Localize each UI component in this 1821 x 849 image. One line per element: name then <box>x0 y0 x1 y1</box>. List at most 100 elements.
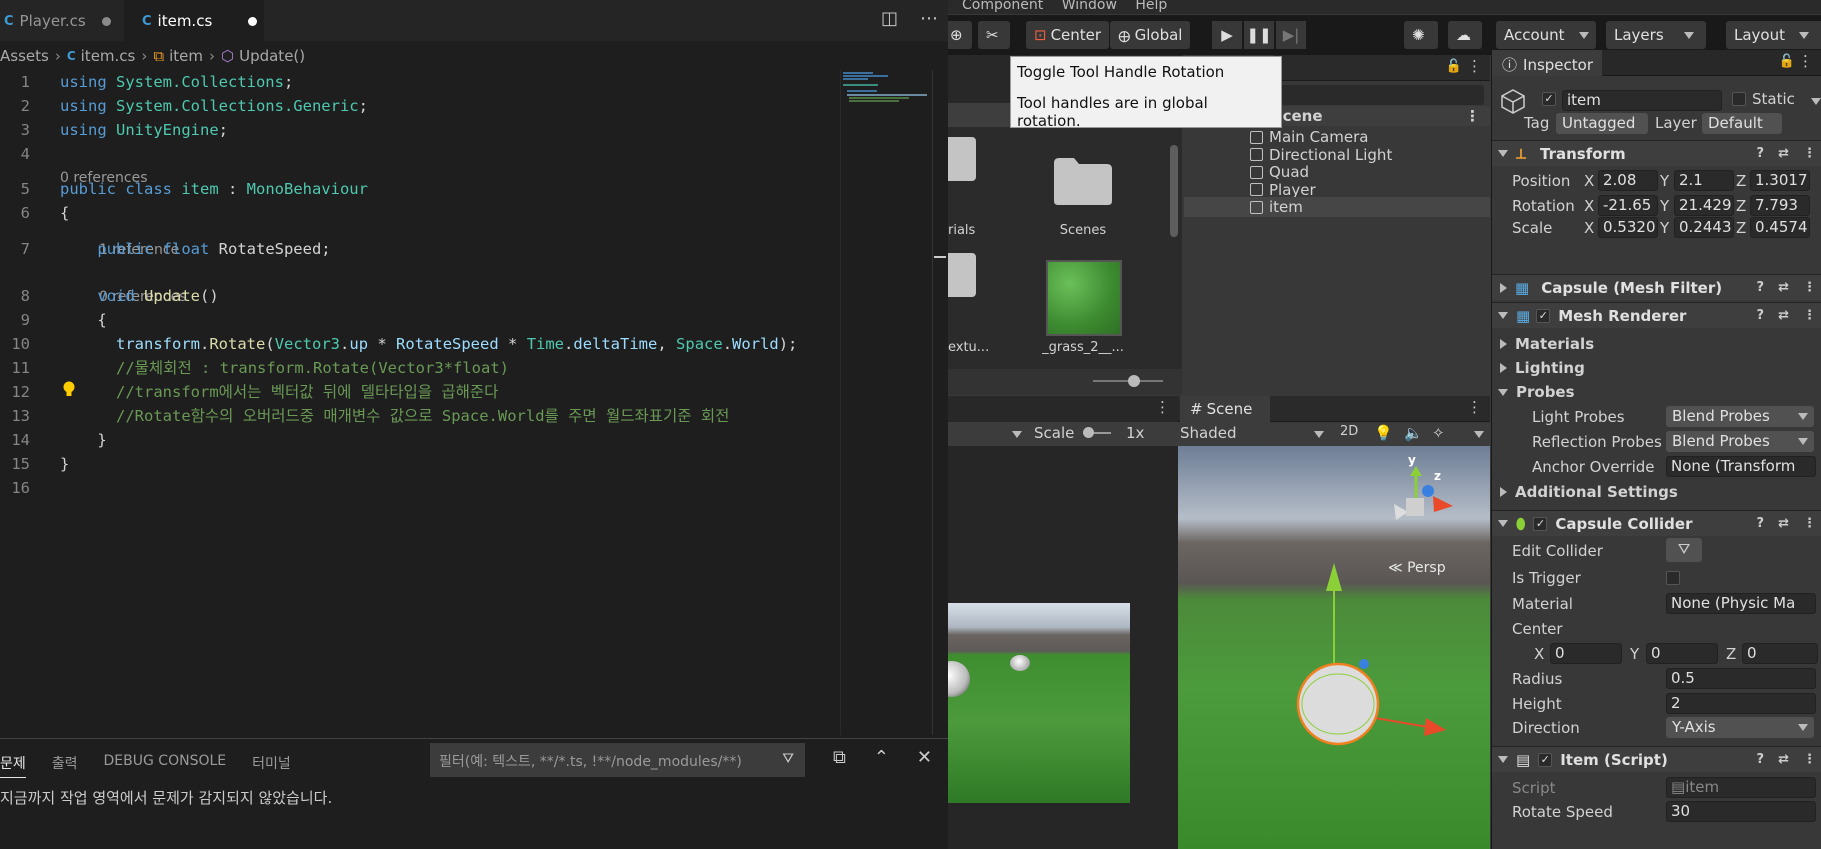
more-menu-icon[interactable]: ⋮ <box>1467 398 1482 416</box>
probes-foldout[interactable]: Probes <box>1498 381 1575 403</box>
transform-x-field[interactable]: 2.08 <box>1598 170 1658 191</box>
gameobject-icon[interactable] <box>1500 88 1526 114</box>
2d-toggle[interactable]: 2D <box>1334 424 1364 439</box>
code-editor[interactable]: 0 references 1 reference 0 references 1u… <box>0 70 840 735</box>
tab-item-cs[interactable]: C item.cs <box>124 0 264 42</box>
materials-foldout[interactable]: Materials <box>1500 333 1594 355</box>
minimap[interactable] <box>840 70 930 735</box>
radius-field[interactable]: 0.5 <box>1666 668 1816 689</box>
help-icon[interactable]: ? <box>1757 308 1765 323</box>
chevron-up-icon[interactable]: ⌃ <box>874 747 889 768</box>
project-scrollbar[interactable] <box>1168 129 1180 355</box>
preset-icon[interactable]: ⇄ <box>1778 516 1789 531</box>
unsaved-dot-icon[interactable] <box>248 16 258 26</box>
menu-help[interactable]: Help <box>1135 0 1167 13</box>
preset-icon[interactable]: ⇄ <box>1778 308 1789 323</box>
global-toggle-button[interactable]: 🜨 Global <box>1110 21 1191 49</box>
rect-tool-icon[interactable]: ⊕ <box>948 21 972 49</box>
help-icon[interactable]: ? <box>1757 752 1765 767</box>
menu-window[interactable]: Window <box>1062 0 1117 13</box>
foldout-icon[interactable] <box>1498 756 1508 763</box>
transform-component-header[interactable]: ⟂ Transform ? ⇄ ⋮ <box>1492 140 1821 166</box>
transform-z-field[interactable]: 1.3017 <box>1750 170 1810 191</box>
close-icon[interactable]: ✕ <box>917 747 932 768</box>
pivot-center-button[interactable]: ⊡ Center <box>1026 21 1110 49</box>
tab-inspector[interactable]: ⓘ Inspector <box>1492 50 1602 76</box>
foldout-icon[interactable] <box>1498 312 1508 319</box>
breadcrumb-item[interactable]: Update() <box>239 47 305 65</box>
lighting-foldout[interactable]: Lighting <box>1500 357 1585 379</box>
help-icon[interactable]: ? <box>1757 516 1765 531</box>
collapse-all-icon[interactable]: ⧉ <box>833 747 846 768</box>
lock-icon[interactable]: 🔓 <box>1779 54 1795 69</box>
preset-icon[interactable]: ⇄ <box>1778 752 1789 767</box>
more-menu-icon[interactable]: ⋮ <box>1803 308 1816 323</box>
preset-icon[interactable]: ⇄ <box>1778 280 1789 295</box>
capsule-collider-component-header[interactable]: ⬮ ✓ Capsule Collider ? ⇄ ⋮ <box>1492 510 1821 536</box>
mesh-filter-component-header[interactable]: ▦ Capsule (Mesh Filter) ? ⇄ ⋮ <box>1492 274 1821 300</box>
texture-asset-icon[interactable] <box>948 253 976 297</box>
tab-player-cs[interactable]: C Player.cs <box>0 0 124 42</box>
static-checkbox[interactable] <box>1732 92 1746 106</box>
slider-handle[interactable] <box>1083 427 1094 438</box>
more-menu-icon[interactable]: ⋮ <box>1798 52 1813 70</box>
unsaved-dot-icon[interactable] <box>101 16 111 26</box>
tab-terminal[interactable]: 터미널 <box>252 753 291 778</box>
object-name-field[interactable]: item <box>1562 90 1722 111</box>
transform-x-field[interactable]: -21.65 <box>1598 195 1658 216</box>
static-dropdown-icon[interactable] <box>1811 98 1821 105</box>
active-checkbox[interactable]: ✓ <box>1542 92 1556 106</box>
layers-dropdown[interactable]: Layers <box>1606 21 1706 49</box>
more-menu-icon[interactable]: ⋮ <box>1465 107 1480 125</box>
tab-debug-console[interactable]: DEBUG CONSOLE <box>104 753 227 778</box>
breadcrumb-item[interactable]: item.cs <box>81 47 136 65</box>
foldout-icon[interactable] <box>1498 520 1508 527</box>
rotate-speed-field[interactable]: 30 <box>1666 801 1816 822</box>
foldout-icon[interactable] <box>1498 150 1508 157</box>
anchor-override-field[interactable]: None (Transform <box>1666 456 1816 477</box>
help-icon[interactable]: ? <box>1757 280 1765 295</box>
audio-icon[interactable]: 🔈 <box>1404 424 1423 442</box>
mesh-renderer-component-header[interactable]: ▦ ✓ Mesh Renderer ? ⇄ ⋮ <box>1492 302 1821 328</box>
slider-handle[interactable] <box>1128 375 1140 387</box>
transform-z-field[interactable]: 0.4574 <box>1750 217 1810 238</box>
scene-view-render[interactable]: y z ≪ Persp <box>1178 446 1490 849</box>
material-field[interactable]: None (Physic Ma <box>1666 593 1816 614</box>
effects-icon[interactable]: ✧ <box>1432 424 1445 442</box>
shading-mode-dropdown[interactable]: Shaded <box>1180 424 1237 442</box>
lightbulb-icon[interactable] <box>62 381 76 399</box>
play-button[interactable]: ▶ <box>1212 21 1242 49</box>
editor-scrollbar[interactable] <box>932 70 946 735</box>
grass-texture-thumbnail[interactable] <box>1046 260 1122 336</box>
lock-icon[interactable]: 🔓 <box>1446 59 1462 74</box>
more-menu-icon[interactable]: ⋮ <box>1803 752 1816 767</box>
cloud-icon[interactable]: ☁ <box>1448 21 1482 49</box>
lighting-icon[interactable]: 💡 <box>1374 424 1393 442</box>
foldout-icon[interactable] <box>1500 282 1507 293</box>
services-icon[interactable]: ✺ <box>1404 21 1438 49</box>
transform-y-field[interactable]: 2.1 <box>1674 170 1734 191</box>
help-icon[interactable]: ? <box>1757 146 1765 161</box>
transform-z-field[interactable]: 7.793 <box>1750 195 1810 216</box>
additional-settings-foldout[interactable]: Additional Settings <box>1500 481 1678 503</box>
pause-button[interactable]: ❚❚ <box>1244 21 1274 49</box>
custom-tool-icon[interactable]: ✂ <box>978 21 1010 49</box>
transform-y-field[interactable]: 21.429 <box>1674 195 1734 216</box>
enabled-checkbox[interactable]: ✓ <box>1536 308 1551 323</box>
more-menu-icon[interactable]: ⋮ <box>1467 57 1482 75</box>
game-view-render[interactable] <box>948 603 1130 803</box>
more-menu-icon[interactable]: ⋮ <box>1803 280 1816 295</box>
display-dropdown-icon[interactable] <box>1012 431 1022 438</box>
account-dropdown[interactable]: Account <box>1496 21 1596 49</box>
direction-dropdown[interactable]: Y-Axis <box>1666 717 1814 738</box>
dropdown-icon[interactable] <box>1474 431 1484 438</box>
breadcrumb-item[interactable]: item <box>169 47 203 65</box>
more-menu-icon[interactable]: ⋮ <box>1803 146 1816 161</box>
center-z-field[interactable]: 0 <box>1742 643 1818 664</box>
light-probes-dropdown[interactable]: Blend Probes <box>1666 406 1814 427</box>
item-script-component-header[interactable]: ▤ ✓ Item (Script) ? ⇄ ⋮ <box>1492 746 1821 772</box>
step-button[interactable]: ▶| <box>1276 21 1306 49</box>
tab-output[interactable]: 출력 <box>52 753 78 778</box>
folder-icon[interactable] <box>948 137 976 181</box>
edit-collider-button[interactable]: ⛛ <box>1666 538 1702 562</box>
